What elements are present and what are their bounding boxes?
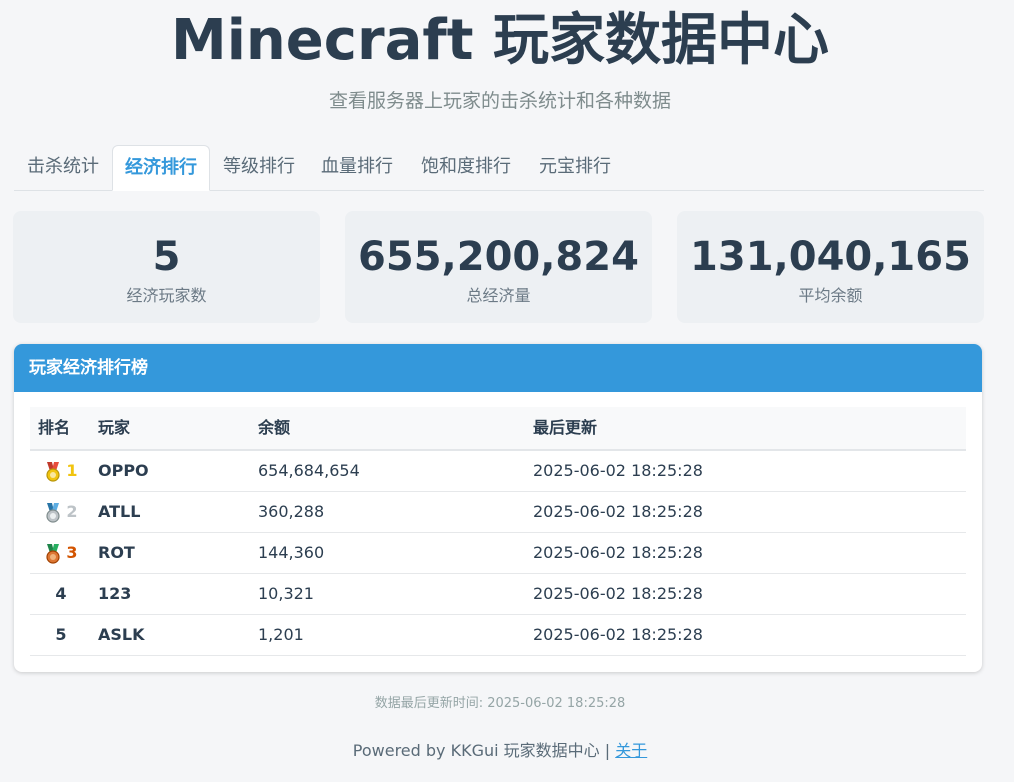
player-name: OPPO	[98, 461, 149, 480]
last-updated-text: 数据最后更新时间: 2025-06-02 18:25:28	[374, 696, 626, 711]
table-row: 1 OPPO 654,684,654 2025-06-02 18:25:28	[30, 451, 966, 492]
rank-number: 3	[66, 543, 78, 562]
stat-card-players: 5 经济玩家数	[13, 211, 320, 323]
balance-value: 144,360	[258, 543, 325, 562]
player-name: ASLK	[98, 625, 145, 644]
updated-time: 2025-06-02 18:25:28	[533, 502, 703, 521]
tab-yuanbao-ranking[interactable]: 元宝排行	[526, 145, 624, 190]
player-name: 123	[98, 584, 132, 603]
ranking-card-title: 玩家经济排行榜	[14, 344, 982, 392]
page-title: Minecraft 玩家数据中心	[171, 8, 829, 73]
updated-time: 2025-06-02 18:25:28	[533, 543, 703, 562]
stat-label: 平均余额	[798, 286, 863, 305]
tab-bar: 击杀统计 经济排行 等级排行 血量排行 饱和度排行 元宝排行	[14, 145, 984, 191]
silver-medal-icon	[46, 502, 61, 523]
ranking-card: 玩家经济排行榜 排名 玩家 余额 最后更新 1 OPPO 654,684,654…	[14, 344, 982, 672]
balance-value: 1,201	[258, 625, 304, 644]
powered-by-text: Powered by KKGui 玩家数据中心 |	[352, 741, 616, 760]
rank-number: 5	[55, 625, 67, 644]
table-row: 4 123 10,321 2025-06-02 18:25:28	[30, 574, 966, 615]
column-header-player: 玩家	[98, 418, 131, 437]
table-row: 2 ATLL 360,288 2025-06-02 18:25:28	[30, 492, 966, 533]
player-name: ROT	[98, 543, 135, 562]
player-name: ATLL	[98, 502, 141, 521]
column-header-balance: 余额	[258, 418, 291, 437]
stat-card-total: 655,200,824 总经济量	[345, 211, 652, 323]
bronze-medal-icon	[46, 543, 61, 564]
rank-number: 4	[55, 584, 67, 603]
updated-time: 2025-06-02 18:25:28	[533, 625, 703, 644]
table-row: 3 ROT 144,360 2025-06-02 18:25:28	[30, 533, 966, 574]
balance-value: 360,288	[258, 502, 325, 521]
stat-card-average: 131,040,165 平均余额	[677, 211, 984, 323]
column-header-rank: 排名	[38, 418, 71, 437]
tab-health-ranking[interactable]: 血量排行	[308, 145, 406, 190]
tab-level-ranking[interactable]: 等级排行	[210, 145, 308, 190]
balance-value: 10,321	[258, 584, 314, 603]
footer: Powered by KKGui 玩家数据中心 | 关于	[0, 740, 1000, 762]
tab-economy-ranking[interactable]: 经济排行	[112, 145, 210, 191]
tab-kill-stats[interactable]: 击杀统计	[14, 145, 112, 190]
stat-value: 131,040,165	[690, 234, 971, 280]
gold-medal-icon	[46, 461, 61, 482]
table-row: 5 ASLK 1,201 2025-06-02 18:25:28	[30, 615, 966, 656]
about-link[interactable]: 关于	[615, 741, 647, 760]
stat-label: 总经济量	[466, 286, 531, 305]
stat-value: 5	[152, 234, 181, 280]
balance-value: 654,684,654	[258, 461, 360, 480]
rank-cell: 1	[38, 451, 84, 491]
updated-time: 2025-06-02 18:25:28	[533, 461, 703, 480]
rank-cell: 2	[38, 492, 84, 532]
tab-saturation-ranking[interactable]: 饱和度排行	[406, 145, 526, 190]
rank-cell: 3	[38, 533, 84, 573]
stat-value: 655,200,824	[358, 234, 639, 280]
column-header-updated: 最后更新	[533, 418, 598, 437]
updated-time: 2025-06-02 18:25:28	[533, 584, 703, 603]
page-subtitle: 查看服务器上玩家的击杀统计和各种数据	[328, 90, 671, 112]
table-header: 排名 玩家 余额 最后更新	[30, 407, 966, 451]
rank-number: 1	[66, 461, 78, 480]
stat-label: 经济玩家数	[126, 286, 207, 305]
rank-number: 2	[66, 502, 78, 521]
